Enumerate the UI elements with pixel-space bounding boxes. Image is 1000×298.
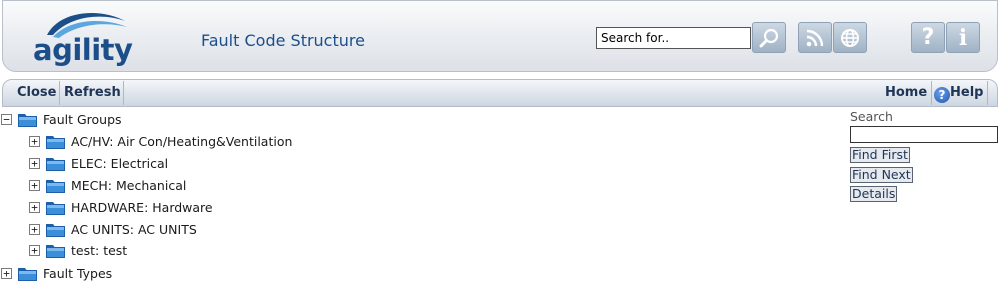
folder-icon: [46, 244, 65, 258]
find-first-button[interactable]: Find First: [850, 147, 910, 163]
expand-icon[interactable]: +: [29, 179, 40, 191]
expand-icon[interactable]: +: [29, 223, 40, 235]
folder-icon: [18, 267, 37, 281]
toolbar-divider: [987, 81, 988, 105]
page-title: Fault Code Structure: [201, 31, 365, 50]
tree-node-label[interactable]: Fault Groups: [43, 112, 122, 127]
magnifier-icon: [759, 28, 779, 47]
question-mark-icon: ?: [921, 25, 935, 50]
details-button[interactable]: Details: [850, 186, 898, 202]
folder-icon: [46, 135, 65, 149]
tree-node-label[interactable]: test: test: [71, 243, 127, 258]
agility-logo: agility: [29, 5, 139, 67]
tree-node-fault-groups[interactable]: − Fault Groups: [1, 109, 122, 129]
help-button[interactable]: ?: [911, 22, 945, 53]
home-button[interactable]: Home: [885, 80, 927, 106]
collapse-icon[interactable]: −: [1, 113, 12, 125]
tree-node-fault-types[interactable]: + Fault Types: [1, 263, 112, 283]
tree-node[interactable]: + AC/HV: Air Con/Heating&Ventilation: [29, 131, 292, 151]
tree-node-label[interactable]: AC/HV: Air Con/Heating&Ventilation: [71, 134, 292, 149]
folder-icon: [18, 113, 37, 127]
help-circle-icon: ?: [934, 87, 950, 103]
info-icon: i: [958, 24, 968, 51]
toolbar-divider: [931, 81, 932, 105]
tree-node[interactable]: + test: test: [29, 240, 127, 260]
toolbar-divider: [59, 81, 60, 105]
tree-node-label[interactable]: ELEC: Electrical: [71, 156, 168, 171]
globe-button[interactable]: [833, 22, 867, 53]
expand-icon[interactable]: +: [29, 157, 40, 169]
tree-node[interactable]: + HARDWARE: Hardware: [29, 197, 213, 217]
tree-node-label[interactable]: MECH: Mechanical: [71, 178, 186, 193]
rss-button[interactable]: [798, 22, 832, 53]
rss-icon: [806, 29, 824, 46]
search-button[interactable]: [752, 22, 786, 53]
tree-node[interactable]: + ELEC: Electrical: [29, 153, 168, 173]
toolbar: Close Refresh Home ? Help: [2, 79, 998, 107]
tree-node-label[interactable]: AC UNITS: AC UNITS: [71, 222, 197, 237]
toolbar-divider: [123, 81, 124, 105]
folder-icon: [46, 201, 65, 215]
folder-icon: [46, 223, 65, 237]
tree-node[interactable]: + MECH: Mechanical: [29, 175, 186, 195]
find-next-button[interactable]: Find Next: [850, 167, 913, 183]
logo-text: agility: [33, 33, 133, 67]
expand-icon[interactable]: +: [1, 267, 12, 279]
expand-icon[interactable]: +: [29, 135, 40, 147]
toolbar-help-button[interactable]: ? Help: [934, 80, 983, 106]
search-panel-title: Search: [850, 109, 893, 124]
tree-node[interactable]: + AC UNITS: AC UNITS: [29, 219, 197, 239]
info-button[interactable]: i: [946, 22, 980, 53]
header-search-input[interactable]: [596, 27, 751, 49]
folder-icon: [46, 157, 65, 171]
tree-node-label[interactable]: HARDWARE: Hardware: [71, 200, 213, 215]
app-header: agility Fault Code Structure ? i: [2, 0, 998, 72]
folder-icon: [46, 179, 65, 193]
refresh-button[interactable]: Refresh: [64, 80, 121, 106]
tree-search-input[interactable]: [850, 126, 998, 143]
help-label: Help: [950, 85, 984, 100]
globe-icon: [841, 28, 859, 47]
expand-icon[interactable]: +: [29, 244, 40, 256]
expand-icon[interactable]: +: [29, 201, 40, 213]
close-button[interactable]: Close: [17, 80, 56, 106]
tree-node-label[interactable]: Fault Types: [43, 266, 112, 281]
